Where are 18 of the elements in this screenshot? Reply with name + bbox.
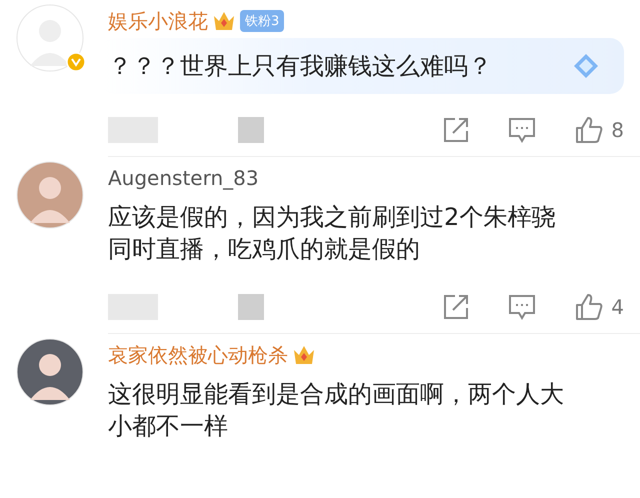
like-count: 8 (611, 118, 624, 142)
blurred-block (238, 294, 264, 320)
share-icon[interactable] (443, 117, 470, 143)
username[interactable]: Augenstern_83 (108, 166, 259, 190)
like-icon[interactable] (575, 116, 604, 144)
share-icon[interactable] (443, 294, 470, 320)
comment-icon[interactable] (509, 117, 536, 143)
comment-icon[interactable] (509, 294, 536, 320)
like-icon[interactable] (575, 293, 604, 321)
blurred-block (238, 117, 264, 143)
like-count: 4 (611, 295, 624, 319)
comment-text: 这很明显能看到是合成的画面啊，两个人大小都不一样 (108, 379, 565, 442)
username[interactable]: 娱乐小浪花 (108, 8, 208, 34)
username[interactable]: 哀家依然被心动枪杀 (108, 342, 288, 368)
avatar[interactable] (16, 338, 84, 406)
comment-text: ？？？世界上只有我赚钱这么难吗？ (108, 51, 493, 82)
fan-badge: 铁粉3 (240, 10, 284, 32)
comment-text: 应该是假的，因为我之前刷到过2个朱梓骁同时直播，吃鸡爪的就是假的 (108, 202, 556, 265)
